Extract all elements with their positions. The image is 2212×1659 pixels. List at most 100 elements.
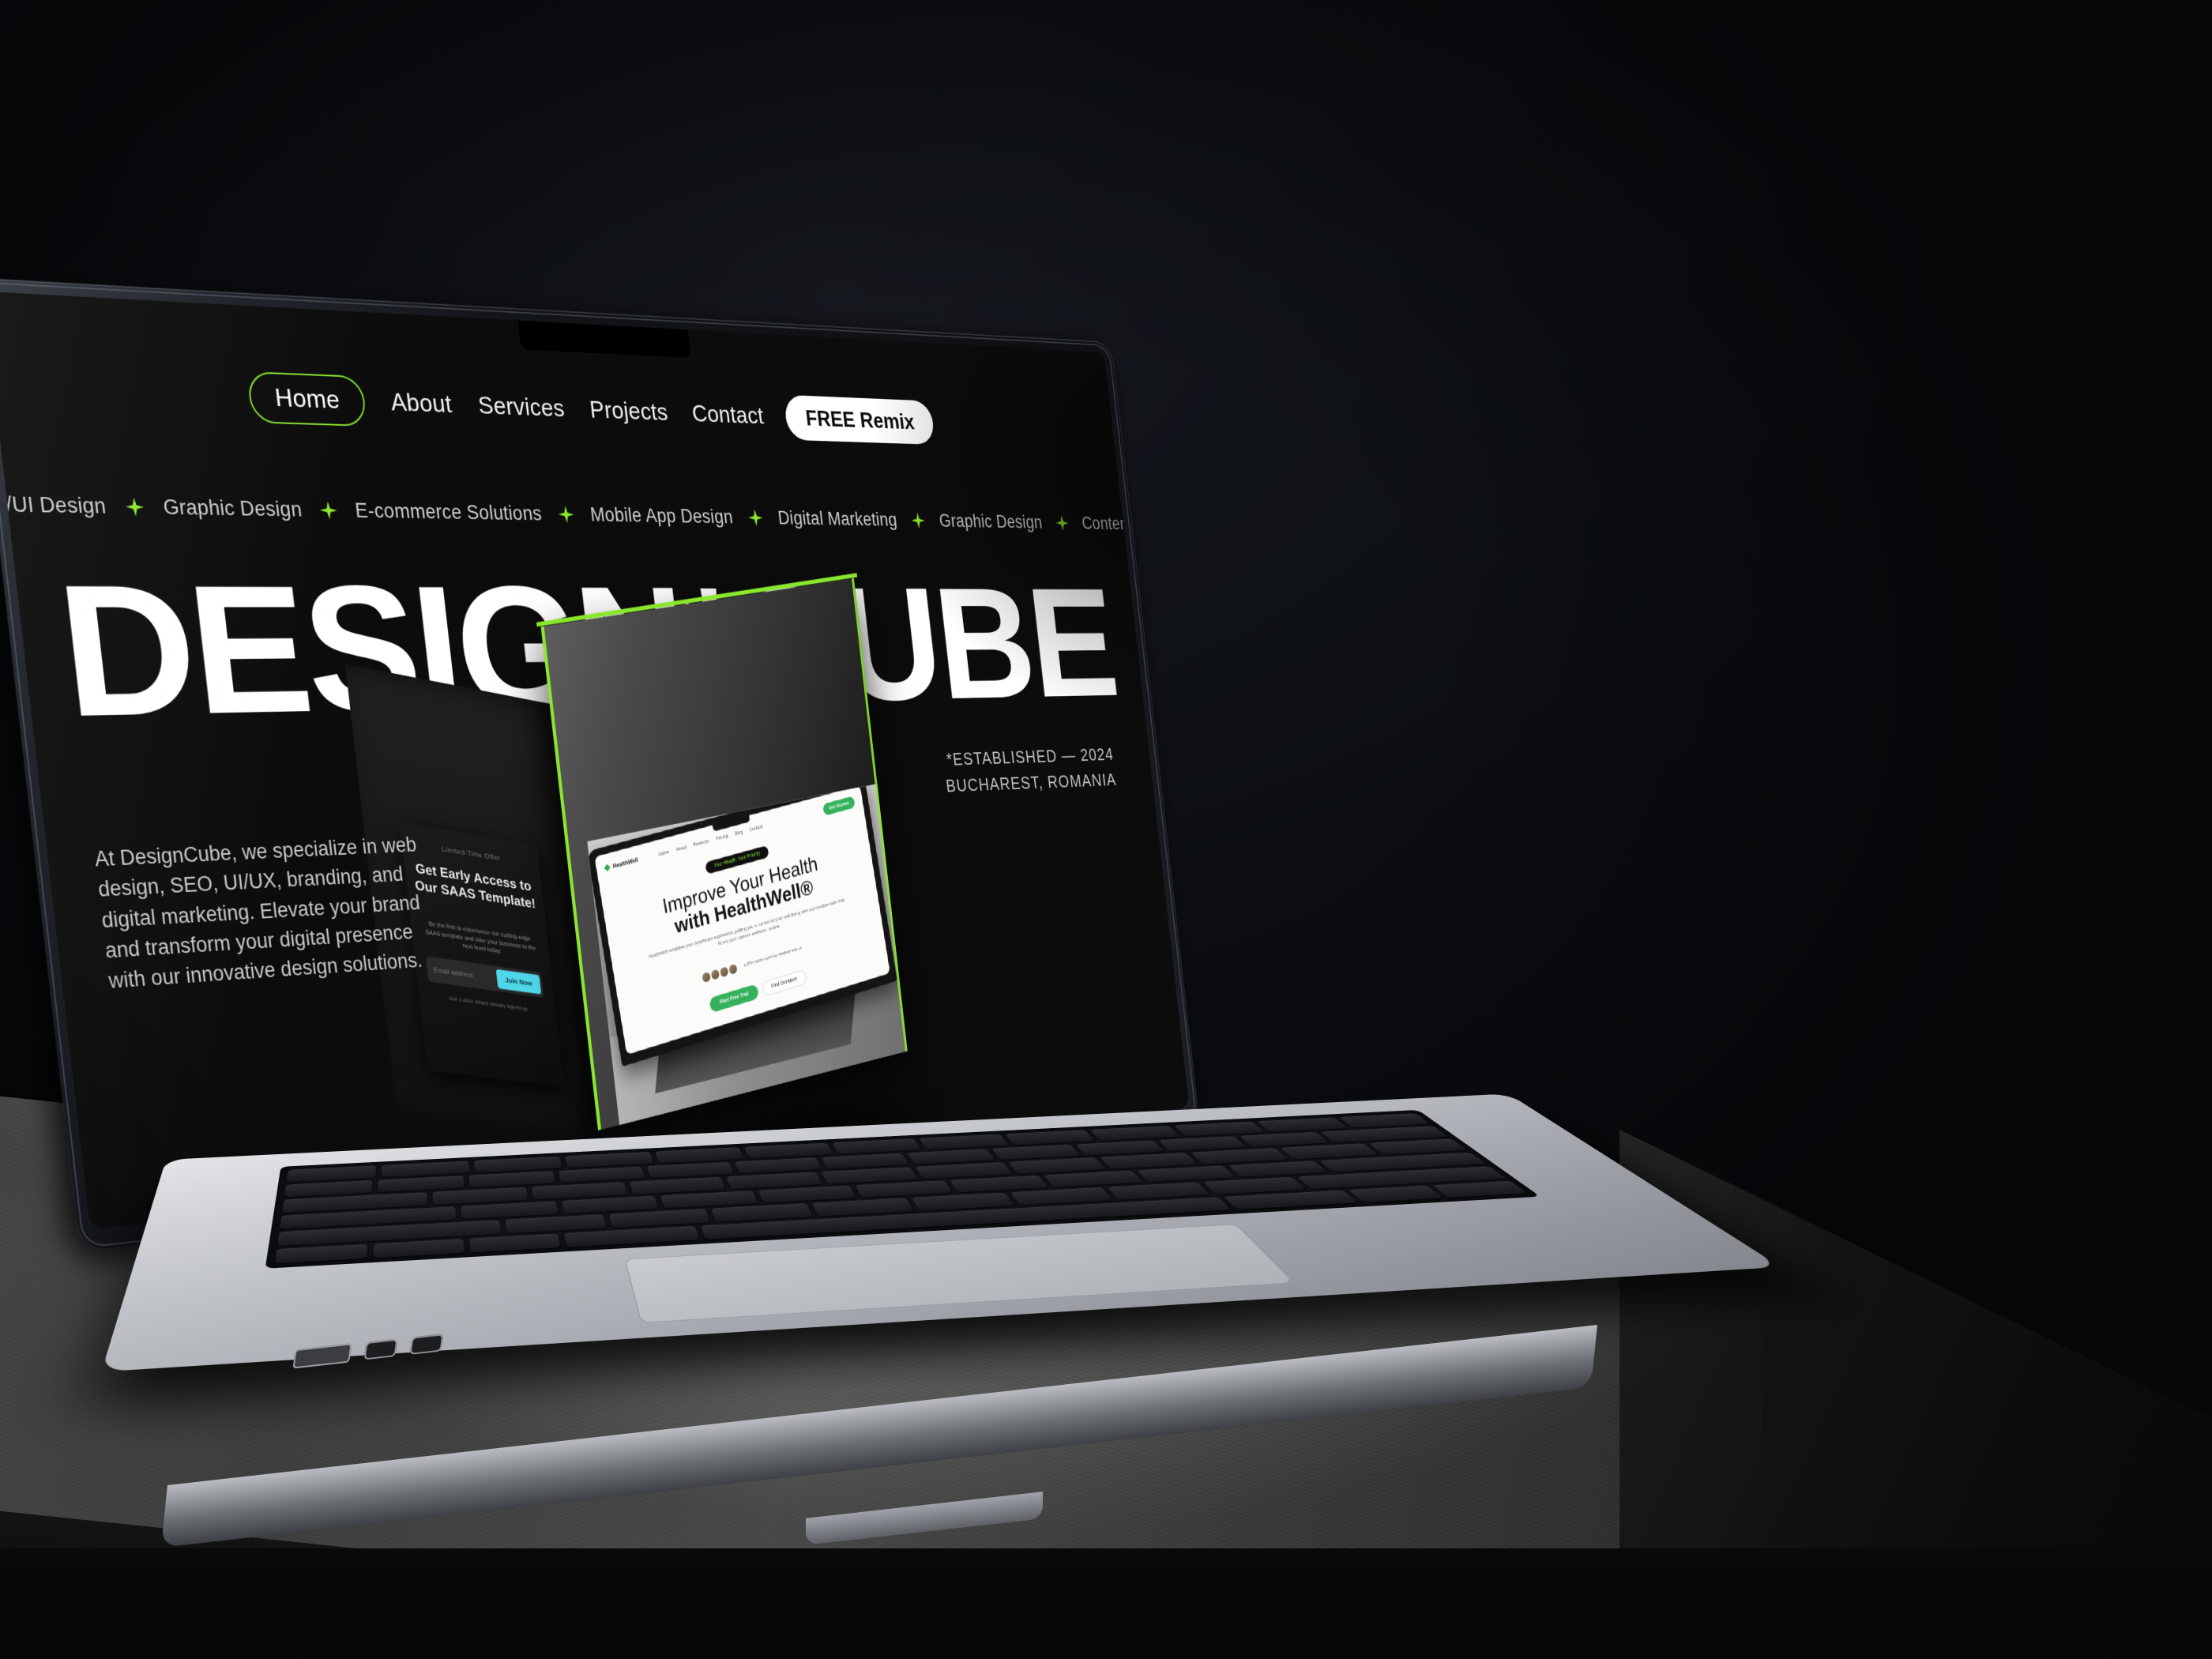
healthwell-brand: HealthWell <box>612 856 639 870</box>
key <box>912 1192 1014 1211</box>
key <box>1005 1130 1095 1146</box>
hw-nav-item[interactable]: Contact <box>749 824 763 833</box>
sparkle-star-icon <box>558 506 575 523</box>
hw-primary-button[interactable]: Start Free Trial <box>709 984 760 1014</box>
usb-c-port-icon[interactable] <box>409 1334 444 1356</box>
saas-eyebrow: Limited-Time Offer <box>441 845 501 863</box>
key <box>1228 1161 1328 1177</box>
saas-paragraph: Be the first to experience our cutting-e… <box>424 920 536 955</box>
key <box>1100 1153 1198 1169</box>
key-command <box>1223 1190 1358 1209</box>
key <box>1107 1182 1210 1200</box>
hw-secondary-button[interactable]: Find Out More <box>761 969 807 997</box>
key <box>812 1198 915 1217</box>
key <box>1339 1113 1431 1128</box>
key <box>655 1147 744 1164</box>
key <box>629 1176 725 1194</box>
key <box>286 1165 377 1183</box>
key <box>725 1172 822 1189</box>
key <box>1368 1138 1467 1155</box>
saas-join-button[interactable]: Join Now <box>495 969 542 995</box>
key-command <box>563 1225 700 1247</box>
established-line-2: BUCHAREST, ROMANIA <box>945 769 1118 796</box>
usb-c-port-icon[interactable] <box>363 1338 398 1360</box>
ticker-item: Mobile App Design <box>589 503 735 528</box>
key <box>473 1156 562 1172</box>
key-fn <box>274 1243 368 1264</box>
laptop-device: Home About Services Projects Contact FRE… <box>0 0 2212 1659</box>
hw-nav-item[interactable]: Pricing <box>716 833 728 841</box>
key <box>854 1180 954 1198</box>
nav-item-about[interactable]: About <box>387 383 455 423</box>
healthwell-logo: HealthWell <box>604 856 638 872</box>
key <box>821 1167 918 1184</box>
nav-item-home[interactable]: Home <box>246 371 368 427</box>
key <box>468 1171 555 1188</box>
hw-nav-item[interactable]: Features <box>693 839 709 848</box>
ticker-item: Graphic Design <box>161 495 303 521</box>
key <box>381 1161 470 1178</box>
cube-right-face: HealthWell Home About Features Pricing B… <box>540 577 908 1130</box>
key <box>734 1157 822 1174</box>
key <box>950 1175 1049 1193</box>
sparkle-star-icon <box>125 498 145 517</box>
key <box>832 1138 922 1154</box>
website-viewport: Home About Services Projects Contact FRE… <box>0 291 1190 1230</box>
sparkle-star-icon <box>911 512 926 529</box>
ticker-item: UX/UI Design <box>0 491 107 518</box>
key <box>1173 1121 1265 1137</box>
nav-item-services[interactable]: Services <box>475 387 568 427</box>
key <box>431 1187 528 1205</box>
key <box>1280 1143 1379 1160</box>
key-arrows <box>1431 1180 1528 1198</box>
key <box>821 1153 909 1169</box>
key <box>608 1209 711 1228</box>
hero-paragraph: At DesignCube, we specialize in web desi… <box>93 833 424 994</box>
key <box>565 1151 654 1168</box>
hw-get-started-button[interactable]: Get Started <box>822 796 856 816</box>
key <box>1157 1136 1247 1152</box>
hw-nav-item[interactable]: Home <box>658 849 669 857</box>
services-ticker: UX/UI Design Graphic Design E-commerce S… <box>0 491 1189 534</box>
key <box>660 1190 758 1209</box>
laptop-screen: Home About Services Projects Contact FRE… <box>0 291 1190 1230</box>
sparkle-star-icon <box>747 510 764 527</box>
ticker-item: E-commerce Solutions <box>353 498 544 525</box>
key-option <box>468 1233 561 1253</box>
laptop-base-lip <box>806 1492 1043 1545</box>
key <box>906 1149 995 1164</box>
saas-email-input[interactable]: Email address <box>427 965 497 983</box>
key <box>919 1134 1009 1149</box>
key <box>284 1179 373 1198</box>
key <box>1136 1165 1236 1183</box>
ticker-item: Content Creation <box>1081 513 1190 535</box>
ticker-item: Digital Marketing <box>777 507 898 530</box>
key <box>1257 1117 1348 1132</box>
key <box>1074 1140 1164 1156</box>
key <box>1191 1148 1288 1164</box>
free-remix-button[interactable]: FREE Remix <box>783 394 936 445</box>
key <box>711 1203 814 1222</box>
nav-item-projects[interactable]: Projects <box>586 392 671 431</box>
hw-nav-item[interactable]: Blog <box>735 830 743 837</box>
key <box>505 1214 607 1234</box>
avatar <box>727 961 739 977</box>
key <box>1089 1125 1180 1141</box>
key-option <box>1348 1185 1443 1202</box>
magsafe-port-icon[interactable] <box>292 1343 352 1369</box>
key <box>743 1142 833 1159</box>
key <box>377 1175 465 1193</box>
nav-item-contact[interactable]: Contact <box>689 396 766 434</box>
leaf-icon <box>604 863 611 872</box>
key <box>1240 1131 1330 1147</box>
laptop-lid: Home About Services Projects Contact FRE… <box>0 277 1200 1252</box>
key <box>1010 1187 1113 1206</box>
key <box>531 1182 627 1200</box>
key <box>646 1161 735 1179</box>
key <box>915 1162 1013 1179</box>
key <box>991 1144 1081 1161</box>
key <box>461 1201 559 1220</box>
key <box>1202 1176 1307 1194</box>
hw-nav-item[interactable]: About <box>675 845 687 852</box>
key <box>1044 1170 1143 1187</box>
